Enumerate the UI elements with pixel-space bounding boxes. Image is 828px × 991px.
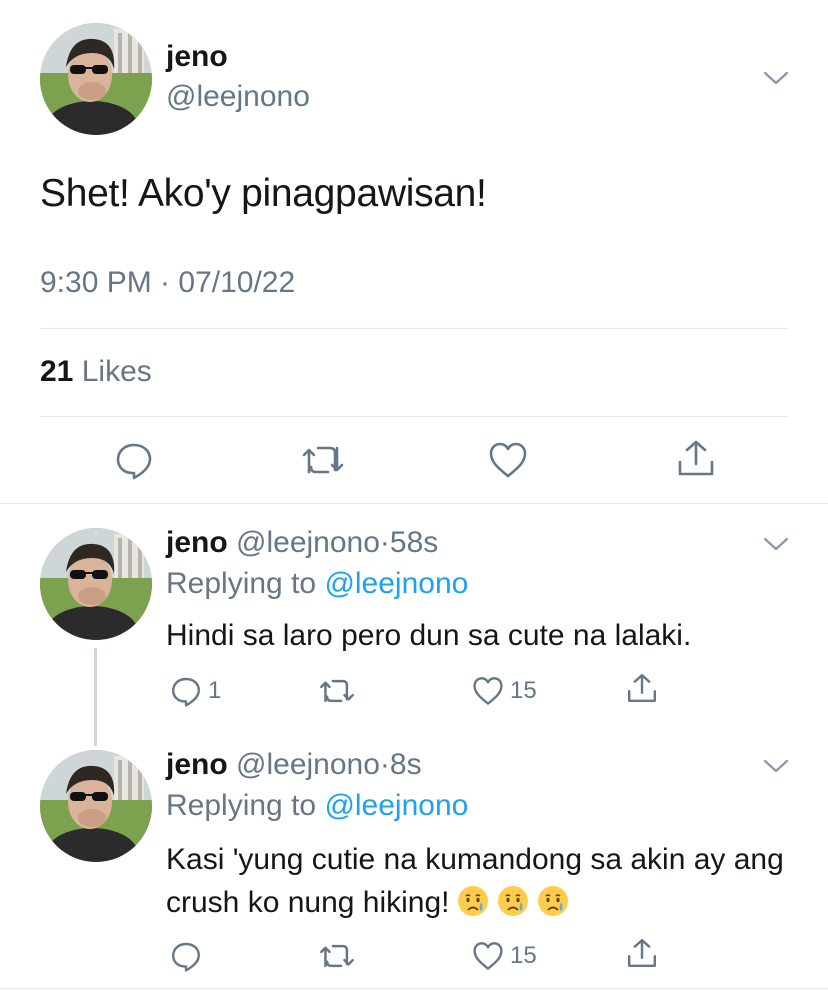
retweet-icon (320, 679, 354, 703)
share-button[interactable] (676, 438, 716, 478)
author-name[interactable]: jeno (166, 526, 228, 559)
retweet-icon (320, 944, 354, 968)
author-handle[interactable]: @leejnono (236, 748, 380, 781)
heart-icon (473, 942, 503, 970)
replying-to-link[interactable]: @leejnono (324, 567, 468, 600)
retweet-button[interactable] (318, 676, 356, 706)
like-count: 15 (510, 677, 537, 704)
share-icon (628, 674, 656, 702)
reply-count: 1 (208, 677, 222, 704)
chevron-down-icon[interactable] (762, 756, 790, 776)
replying-prefix: Replying to (166, 567, 317, 600)
retweet-icon (302, 446, 344, 474)
author-name[interactable]: jeno (166, 748, 228, 781)
divider (40, 416, 788, 417)
crying-face-icon (456, 884, 490, 918)
like-button[interactable]: 15 (472, 676, 537, 706)
like-count: 15 (510, 942, 537, 969)
tweet-text: Shet! Ako'y pinagpawisan! (40, 172, 487, 215)
avatar[interactable] (40, 23, 152, 135)
heart-icon (473, 677, 503, 705)
divider (0, 988, 828, 989)
reply-time[interactable]: 58s (390, 526, 438, 559)
likes-count: 21 (40, 355, 74, 388)
reply-header: jeno @leejnono·8s (166, 748, 422, 782)
thread-line (94, 648, 97, 746)
reply-icon (116, 443, 152, 480)
share-icon (678, 440, 714, 476)
reply-time[interactable]: 8s (390, 748, 422, 781)
likes-stat[interactable]: 21 Likes (40, 355, 152, 389)
replying-prefix: Replying to (166, 789, 317, 822)
share-icon (628, 939, 656, 967)
replying-to: Replying to @leejnono (166, 567, 468, 601)
reply-text: Hindi sa laro pero dun sa cute na lalaki… (166, 619, 692, 652)
avatar[interactable] (40, 528, 152, 640)
heart-icon (489, 442, 527, 478)
reply-icon (172, 677, 200, 707)
chevron-down-icon[interactable] (762, 534, 790, 554)
retweet-button[interactable] (318, 941, 356, 971)
divider (0, 503, 828, 504)
divider (40, 328, 788, 329)
reply-icon (172, 942, 200, 972)
like-button[interactable] (488, 441, 528, 479)
replying-to: Replying to @leejnono (166, 789, 468, 823)
author-handle[interactable]: @leejnono (166, 80, 310, 114)
retweet-button[interactable] (300, 442, 346, 478)
crying-face-icon (496, 884, 530, 918)
replying-to-link[interactable]: @leejnono (324, 789, 468, 822)
reply-button[interactable]: 1 (170, 675, 221, 707)
like-button[interactable]: 15 (472, 941, 537, 971)
reply-text-block: Kasi 'yung cutie na kumandong sa akin ay… (166, 838, 796, 924)
share-button[interactable] (626, 672, 658, 704)
reply-button[interactable] (170, 940, 202, 972)
avatar[interactable] (40, 750, 152, 862)
share-button[interactable] (626, 937, 658, 969)
separator: · (379, 526, 390, 559)
likes-label: Likes (81, 355, 152, 388)
author-name[interactable]: jeno (166, 40, 228, 74)
crying-face-icon (536, 884, 570, 918)
author-handle[interactable]: @leejnono (236, 526, 380, 559)
chevron-down-icon[interactable] (762, 68, 790, 88)
reply-header: jeno @leejnono·58s (166, 526, 438, 560)
reply-button[interactable] (114, 440, 154, 480)
tweet-timestamp[interactable]: 9:30 PM · 07/10/22 (40, 266, 295, 300)
separator: · (379, 748, 390, 781)
